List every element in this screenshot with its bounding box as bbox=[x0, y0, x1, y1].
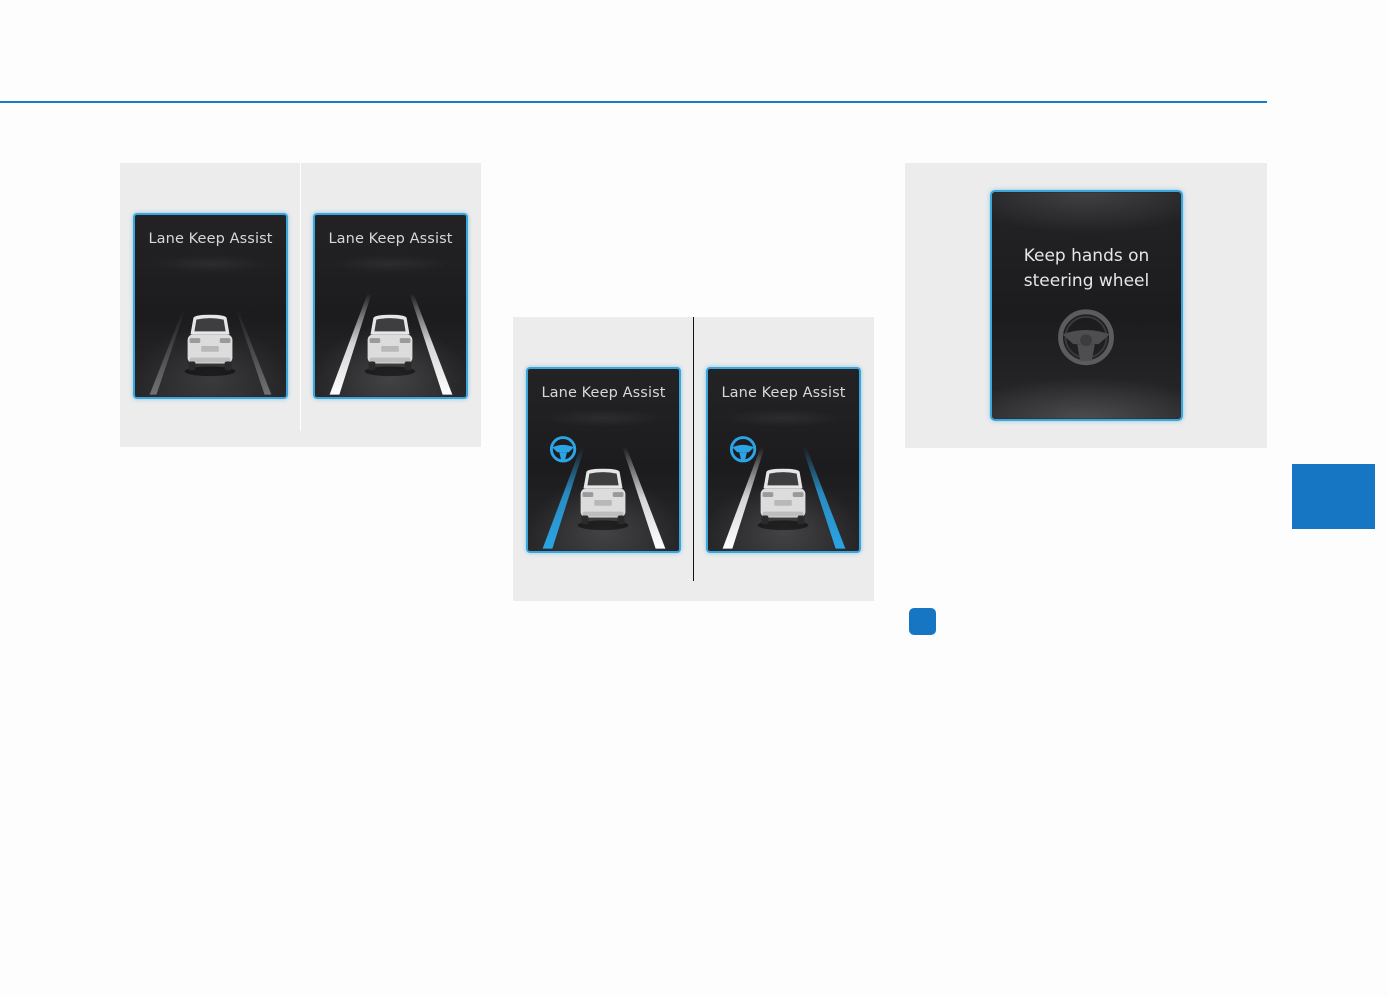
cluster-screen-lanes-detected: Lane Keep Assist bbox=[313, 213, 468, 399]
hands-off-warning-message: Keep hands on steering wheel bbox=[992, 244, 1181, 294]
title-shade bbox=[329, 255, 452, 273]
title-shade bbox=[722, 409, 845, 427]
cluster-screen-lanes-not-detected: Lane Keep Assist bbox=[133, 213, 288, 399]
warning-line-2: steering wheel bbox=[1023, 271, 1150, 291]
cluster-screen-left-lane-assist: Lane Keep Assist bbox=[526, 367, 681, 553]
cluster-screen-right-lane-assist: Lane Keep Assist bbox=[706, 367, 861, 553]
chapter-side-tab bbox=[1292, 464, 1375, 529]
title-shade bbox=[542, 409, 665, 427]
warning-line-1: Keep hands on bbox=[1023, 246, 1150, 266]
screen-title: Lane Keep Assist bbox=[328, 231, 453, 247]
title-shade bbox=[149, 255, 272, 273]
screen-title: Lane Keep Assist bbox=[721, 385, 846, 401]
figure-hands-off-warning: Keep hands on steering wheel bbox=[905, 163, 1267, 448]
figure-lka-standby: Lane Keep Assist Lane Keep Assist bbox=[120, 163, 481, 447]
steering-wheel-icon bbox=[1058, 309, 1114, 366]
screen-title: Lane Keep Assist bbox=[541, 385, 666, 401]
note-badge bbox=[909, 608, 936, 635]
header-rule bbox=[0, 101, 1267, 103]
screen-title: Lane Keep Assist bbox=[148, 231, 273, 247]
steering-wheel-icon bbox=[729, 436, 757, 463]
figure-divider bbox=[300, 163, 301, 431]
figure-divider bbox=[693, 317, 694, 581]
steering-wheel-icon bbox=[549, 436, 577, 463]
figure-lka-active: Lane Keep Assist Lane Keep Assist bbox=[513, 317, 874, 601]
screen-backdrop bbox=[992, 192, 1181, 419]
cluster-screen-hands-off: Keep hands on steering wheel bbox=[990, 190, 1183, 421]
